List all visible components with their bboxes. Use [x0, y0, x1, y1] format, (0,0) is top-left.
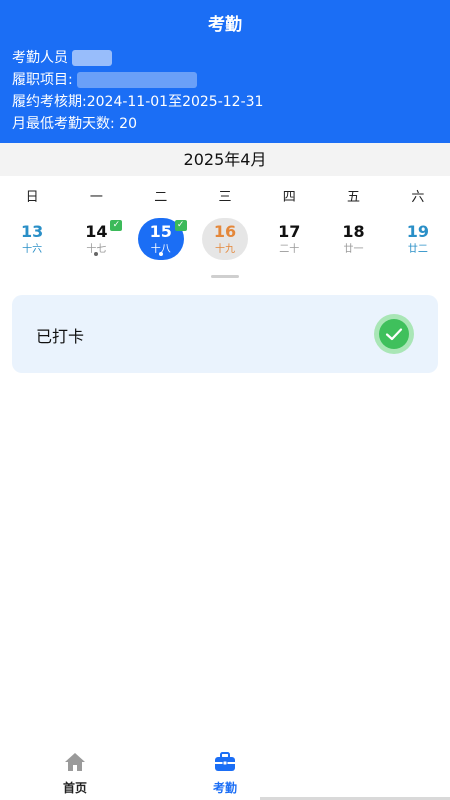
record-dot: [158, 252, 163, 256]
briefcase-icon: [215, 752, 235, 771]
project-name-redacted: [77, 72, 198, 88]
person-row: 考勤人员: [12, 48, 113, 68]
weekday-mon: 一: [89, 190, 103, 205]
period-row: 履约考核期:2024-11-01至2025-12-31: [12, 92, 263, 112]
weekday-tue: 二: [154, 190, 168, 205]
page-title: 考勤: [208, 15, 242, 35]
min-days-value: 20: [119, 116, 137, 132]
day-number: 16: [213, 222, 237, 241]
project-row: 履职项目:: [12, 70, 198, 90]
period-label: 履约考核期:: [12, 94, 87, 110]
week-row: 13 十六 14 十七 ✓ 15 十八 ✓ 16 十九 17 二十 18 廿一 …: [0, 216, 450, 264]
weekday-sat: 六: [411, 190, 425, 205]
attendance-status-card: 已打卡: [12, 295, 438, 373]
lunar-date: 十九: [214, 244, 235, 255]
weekday-wed: 三: [218, 190, 232, 205]
checked-status-icon: [374, 314, 414, 354]
calendar-expand-handle[interactable]: [211, 275, 239, 278]
day-cell-19[interactable]: 19 廿二: [386, 216, 450, 264]
header-panel: 考勤 考勤人员 履职项目: 履约考核期:2024-11-01至2025-12-3…: [0, 0, 450, 143]
weekday-header: 日 一 二 三 四 五 六: [0, 186, 450, 206]
day-number: 19: [406, 222, 429, 241]
person-label: 考勤人员: [12, 50, 68, 66]
day-number: 18: [342, 222, 365, 241]
checked-in-icon: ✓: [110, 220, 123, 231]
day-cell-17[interactable]: 17 二十: [257, 216, 321, 264]
weekday-thu: 四: [282, 190, 296, 205]
lunar-date: 二十: [279, 244, 300, 255]
day-cell-14[interactable]: 14 十七 ✓: [64, 216, 128, 264]
day-cell-13[interactable]: 13 十六: [0, 216, 64, 264]
weekday-sun: 日: [25, 190, 39, 205]
tab-home-label: 首页: [62, 781, 87, 795]
min-days-row: 月最低考勤天数: 20: [12, 114, 137, 134]
bottom-tab-bar: 首页 考勤: [0, 745, 450, 800]
lunar-date: 廿一: [343, 244, 364, 255]
tab-home[interactable]: 首页: [40, 751, 110, 796]
weekday-fri: 五: [347, 190, 361, 205]
day-number: 17: [278, 222, 301, 241]
lunar-date: 廿二: [407, 244, 428, 255]
day-cell-16[interactable]: 16 十九: [193, 216, 257, 264]
project-label: 履职项目:: [12, 72, 73, 88]
tab-attendance[interactable]: 考勤: [190, 751, 260, 796]
home-icon: [65, 753, 85, 771]
min-days-label: 月最低考勤天数:: [12, 116, 115, 132]
day-cell-18[interactable]: 18 廿一: [321, 216, 385, 264]
status-label: 已打卡: [36, 327, 85, 346]
month-title[interactable]: 2025年4月: [0, 143, 450, 176]
period-value: 2024-11-01至2025-12-31: [86, 94, 264, 110]
record-dot: [94, 252, 99, 256]
lunar-date: 十六: [22, 244, 43, 255]
day-cell-15[interactable]: 15 十八 ✓: [129, 216, 193, 264]
day-number: 13: [21, 222, 44, 241]
tab-attendance-label: 考勤: [212, 781, 237, 795]
person-name-redacted: [72, 50, 113, 66]
checked-in-icon: ✓: [174, 220, 187, 231]
